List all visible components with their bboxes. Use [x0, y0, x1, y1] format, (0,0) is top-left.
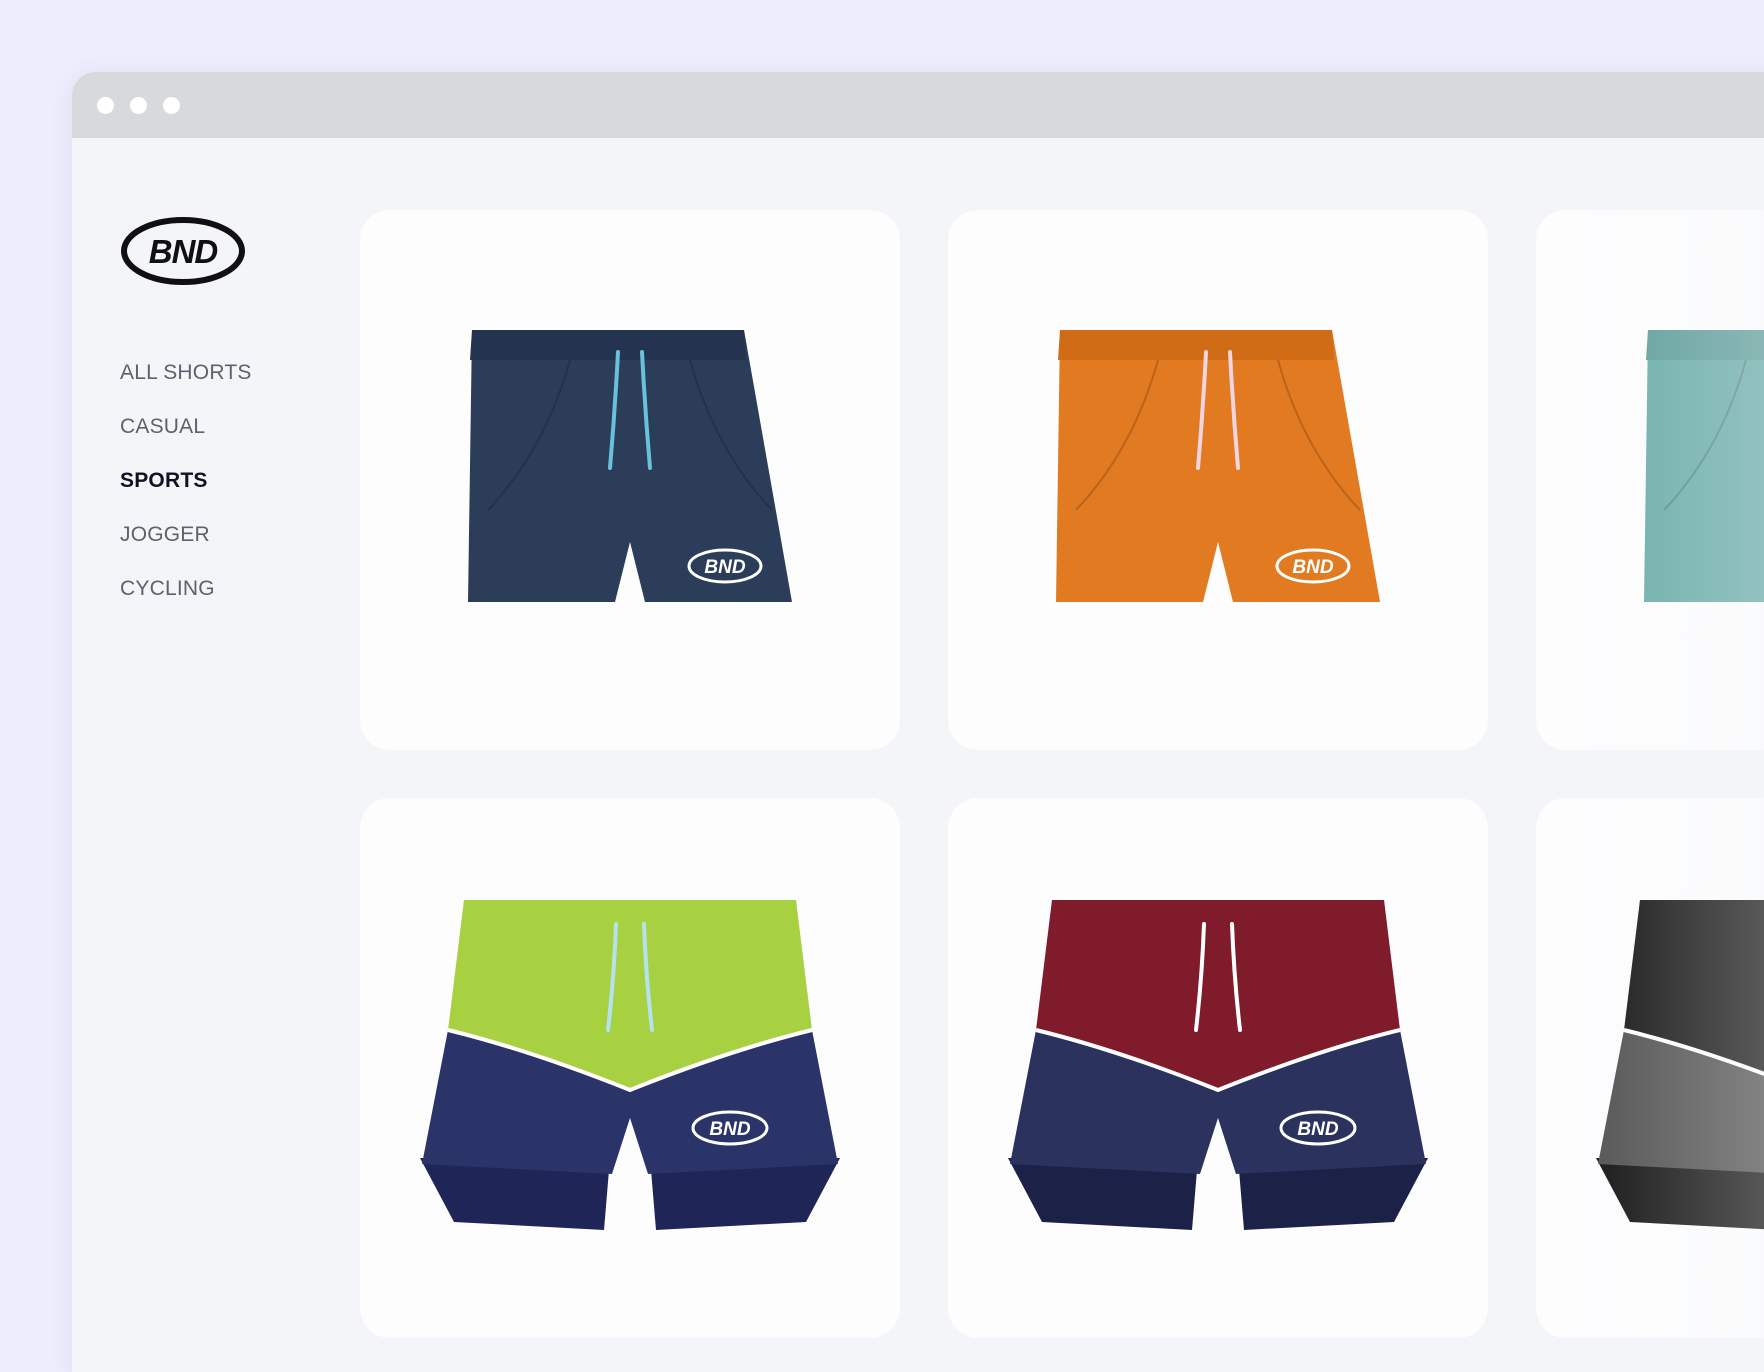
- window-titlebar: [72, 72, 1764, 138]
- product-logo-text: BND: [709, 1119, 750, 1140]
- logo-text: BND: [149, 233, 218, 270]
- browser-window: BND ALL SHORTS CASUAL SPORTS JOGGER CYCL…: [72, 72, 1764, 1372]
- product-card[interactable]: BND: [360, 210, 900, 750]
- product-logo-text: BND: [704, 557, 745, 578]
- shorts-image: BND: [468, 330, 792, 602]
- brand-logo[interactable]: BND: [120, 216, 246, 286]
- nav-item-all-shorts[interactable]: ALL SHORTS: [120, 346, 252, 400]
- product-card[interactable]: BND: [948, 798, 1488, 1338]
- nav-item-cycling[interactable]: CYCLING: [120, 562, 252, 616]
- nav-item-sports[interactable]: SPORTS: [120, 454, 252, 508]
- shorts-image: BND: [1008, 900, 1428, 1230]
- product-card[interactable]: BND: [360, 798, 900, 1338]
- shorts-image: BND: [420, 900, 840, 1230]
- window-dot-icon[interactable]: [97, 97, 114, 114]
- nav-item-jogger[interactable]: JOGGER: [120, 508, 252, 562]
- shorts-image: [1644, 330, 1764, 602]
- category-nav: ALL SHORTS CASUAL SPORTS JOGGER CYCLING: [120, 346, 252, 616]
- window-dot-icon[interactable]: [163, 97, 180, 114]
- shorts-image: BND: [1056, 330, 1380, 602]
- shorts-image: [1596, 900, 1764, 1230]
- window-dot-icon[interactable]: [130, 97, 147, 114]
- product-card[interactable]: [1536, 798, 1764, 1338]
- product-card[interactable]: BND: [948, 210, 1488, 750]
- product-logo-text: BND: [1292, 557, 1333, 578]
- nav-item-casual[interactable]: CASUAL: [120, 400, 252, 454]
- bnd-logo-icon: BND: [121, 217, 245, 285]
- product-card[interactable]: [1536, 210, 1764, 750]
- product-logo-text: BND: [1297, 1119, 1338, 1140]
